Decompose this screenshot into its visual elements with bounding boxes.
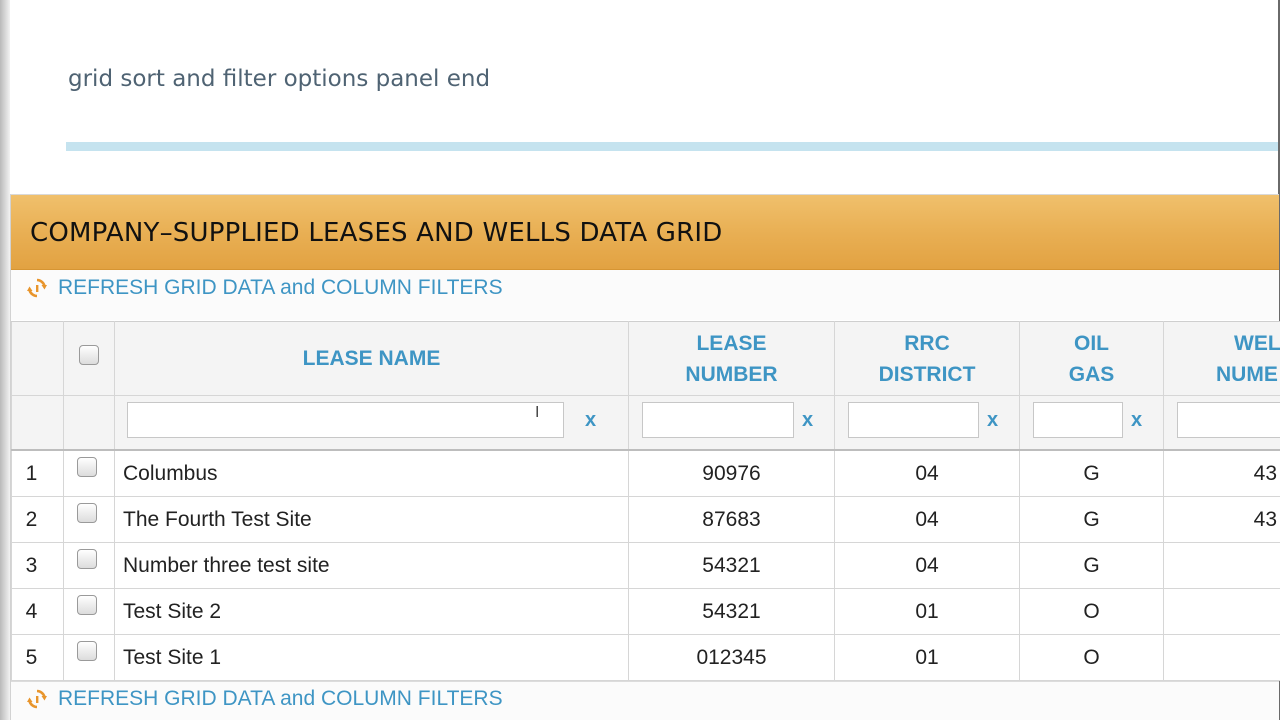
row-checkbox[interactable] bbox=[77, 502, 97, 523]
col-header-well-number[interactable]: WEL NUME bbox=[1163, 321, 1280, 396]
col-header-label: GAS bbox=[1068, 362, 1115, 386]
cell-rrc-district: 04 bbox=[834, 542, 1020, 589]
cell-rrc-district: 04 bbox=[834, 496, 1020, 543]
cell-oil-gas: O bbox=[1019, 634, 1164, 681]
section-divider bbox=[66, 142, 1278, 151]
col-header-lease-name[interactable]: LEASE NAME bbox=[114, 321, 629, 396]
filter-cell-lease-name: I x bbox=[114, 395, 629, 451]
cell-lease-name: Columbus bbox=[114, 449, 629, 497]
row-checkbox[interactable] bbox=[77, 594, 97, 615]
col-header-label: RRC bbox=[904, 331, 950, 355]
filter-cell-well-number bbox=[1163, 395, 1280, 451]
panel-end-text: grid sort and filter options panel end bbox=[68, 66, 491, 92]
refresh-bar-top: REFRESH GRID DATA and COLUMN FILTERS bbox=[11, 270, 1279, 320]
filter-cell-oil-gas: x bbox=[1019, 395, 1164, 451]
cell-lease-name: Test Site 1 bbox=[114, 634, 629, 681]
row-checkbox[interactable] bbox=[77, 548, 97, 569]
row-number: 4 bbox=[11, 588, 64, 635]
text-cursor-icon: I bbox=[535, 404, 540, 421]
row-number: 3 bbox=[11, 542, 64, 589]
col-header-label: OIL bbox=[1074, 331, 1109, 355]
col-header-label: WEL bbox=[1234, 331, 1280, 355]
row-number: 1 bbox=[11, 449, 64, 497]
row-checkbox[interactable] bbox=[77, 456, 97, 477]
table-row[interactable]: 5 Test Site 1 012345 01 O bbox=[11, 634, 1280, 681]
cell-well-number: 43 bbox=[1163, 496, 1280, 543]
select-all-checkbox[interactable] bbox=[79, 345, 99, 365]
well-number-filter-input[interactable] bbox=[1177, 402, 1280, 438]
row-select-cell bbox=[63, 542, 115, 589]
cell-well-number bbox=[1163, 588, 1280, 635]
cell-rrc-district: 04 bbox=[834, 449, 1020, 497]
lease-number-filter-input[interactable] bbox=[642, 402, 794, 438]
clear-lease-name-filter-button[interactable]: x bbox=[585, 409, 596, 432]
col-header-oil-gas[interactable]: OIL GAS bbox=[1019, 321, 1164, 396]
cell-lease-name: The Fourth Test Site bbox=[114, 496, 629, 543]
col-header-label: LEASE bbox=[696, 331, 767, 355]
table-row[interactable]: 3 Number three test site 54321 04 G bbox=[11, 542, 1280, 589]
row-number: 5 bbox=[11, 634, 64, 681]
col-header-label: NUME bbox=[1216, 362, 1278, 386]
filter-cell-lease-number: x bbox=[628, 395, 835, 451]
cell-lease-name: Test Site 2 bbox=[114, 588, 629, 635]
cell-lease-number: 012345 bbox=[628, 634, 835, 681]
leases-table: LEASE NAME LEASE NUMBER RRC DISTRICT OIL… bbox=[11, 321, 1280, 681]
col-header-rrc-district[interactable]: RRC DISTRICT bbox=[834, 321, 1020, 396]
refresh-label: REFRESH GRID DATA and COLUMN FILTERS bbox=[58, 276, 503, 299]
row-select-cell bbox=[63, 634, 115, 681]
refresh-label: REFRESH GRID DATA and COLUMN FILTERS bbox=[58, 687, 503, 710]
cell-oil-gas: G bbox=[1019, 449, 1164, 497]
cell-well-number bbox=[1163, 634, 1280, 681]
window-shadow bbox=[0, 0, 10, 720]
col-header-lease-number[interactable]: LEASE NUMBER bbox=[628, 321, 835, 396]
col-header-label: LEASE NAME bbox=[302, 347, 441, 370]
page: grid sort and filter options panel end C… bbox=[0, 0, 1280, 720]
cell-lease-number: 90976 bbox=[628, 449, 835, 497]
cell-lease-number: 54321 bbox=[628, 542, 835, 589]
row-select-cell bbox=[63, 496, 115, 543]
row-select-cell bbox=[63, 449, 115, 497]
refresh-grid-button-top[interactable]: REFRESH GRID DATA and COLUMN FILTERS bbox=[26, 276, 503, 300]
clear-rrc-district-filter-button[interactable]: x bbox=[987, 409, 998, 432]
table-row[interactable]: 2 The Fourth Test Site 87683 04 G 43 bbox=[11, 496, 1280, 543]
cell-well-number bbox=[1163, 542, 1280, 589]
rownum-header bbox=[11, 321, 64, 396]
cell-oil-gas: G bbox=[1019, 542, 1164, 589]
row-select-cell bbox=[63, 588, 115, 635]
refresh-icon bbox=[27, 278, 47, 298]
row-checkbox[interactable] bbox=[77, 640, 97, 661]
col-header-label: DISTRICT bbox=[878, 362, 976, 386]
refresh-grid-button-bottom[interactable]: REFRESH GRID DATA and COLUMN FILTERS bbox=[26, 687, 503, 711]
cell-well-number: 43 bbox=[1163, 449, 1280, 497]
oil-gas-filter-input[interactable] bbox=[1033, 402, 1123, 438]
cell-rrc-district: 01 bbox=[834, 634, 1020, 681]
filter-row: I x x x x bbox=[11, 395, 1280, 451]
lease-name-filter-input[interactable] bbox=[127, 402, 564, 438]
cell-oil-gas: G bbox=[1019, 496, 1164, 543]
grid-title: COMPANY–SUPPLIED LEASES AND WELLS DATA G… bbox=[30, 218, 723, 248]
cell-lease-name: Number three test site bbox=[114, 542, 629, 589]
rrc-district-filter-input[interactable] bbox=[848, 402, 979, 438]
clear-lease-number-filter-button[interactable]: x bbox=[802, 409, 813, 432]
table-row[interactable]: 1 Columbus 90976 04 G 43 bbox=[11, 449, 1280, 497]
cell-rrc-district: 01 bbox=[834, 588, 1020, 635]
grid-header: COMPANY–SUPPLIED LEASES AND WELLS DATA G… bbox=[11, 195, 1279, 270]
cell-oil-gas: O bbox=[1019, 588, 1164, 635]
filter-cell-rrc-district: x bbox=[834, 395, 1020, 451]
refresh-icon bbox=[27, 689, 47, 709]
row-number: 2 bbox=[11, 496, 64, 543]
data-grid-card: COMPANY–SUPPLIED LEASES AND WELLS DATA G… bbox=[10, 194, 1280, 720]
refresh-bar-bottom: REFRESH GRID DATA and COLUMN FILTERS bbox=[11, 681, 1279, 720]
clear-oil-gas-filter-button[interactable]: x bbox=[1131, 409, 1142, 432]
filter-cell-empty bbox=[63, 395, 115, 451]
cell-lease-number: 54321 bbox=[628, 588, 835, 635]
cell-lease-number: 87683 bbox=[628, 496, 835, 543]
col-header-label: NUMBER bbox=[685, 362, 778, 386]
column-header-row: LEASE NAME LEASE NUMBER RRC DISTRICT OIL… bbox=[11, 321, 1280, 396]
table-row[interactable]: 4 Test Site 2 54321 01 O bbox=[11, 588, 1280, 635]
filter-cell-empty bbox=[11, 395, 64, 451]
select-all-header bbox=[63, 321, 115, 396]
